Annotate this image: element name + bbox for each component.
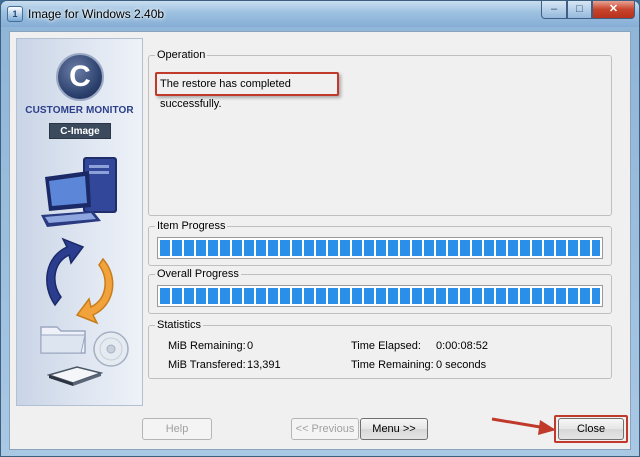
computer-icon — [41, 157, 117, 227]
close-button[interactable]: Close — [558, 418, 624, 440]
overall-progress-fill — [160, 288, 600, 304]
folder-icon — [40, 326, 86, 354]
maximize-button[interactable]: □ — [567, 1, 592, 19]
overall-progress-bar — [157, 285, 603, 307]
app-window: 1 Image for Windows 2.40b – □ ✕ C CUSTOM… — [0, 0, 640, 457]
statistics-group: Statistics MiB Remaining: 0 MiB Transfer… — [148, 319, 612, 379]
mib-transfered-label: MiB Transfered: — [168, 359, 246, 371]
operation-legend: Operation — [155, 49, 208, 61]
minimize-button[interactable]: – — [541, 1, 567, 19]
time-remaining-label: Time Remaining: — [351, 359, 434, 371]
item-progress-legend: Item Progress — [155, 220, 228, 232]
drive-icon — [47, 366, 103, 386]
window-close-button[interactable]: ✕ — [592, 1, 635, 19]
item-progress-group: Item Progress — [148, 220, 612, 266]
refresh-arrows-icon — [46, 237, 114, 325]
brand-panel: C CUSTOMER MONITOR C-Image — [16, 38, 143, 406]
dialog-body: C CUSTOMER MONITOR C-Image Operation The… — [9, 31, 631, 450]
mib-remaining-value: 0 — [247, 340, 254, 352]
item-progress-fill — [160, 240, 600, 256]
overall-progress-group: Overall Progress — [148, 268, 612, 314]
previous-button[interactable]: << Previous — [291, 418, 359, 440]
mib-transfered-value: 13,391 — [247, 359, 281, 371]
window-title: Image for Windows 2.40b — [28, 7, 165, 21]
help-button[interactable]: Help — [142, 418, 212, 440]
arrow-pointer-icon — [491, 417, 556, 435]
mib-remaining-label: MiB Remaining: — [168, 340, 246, 352]
statistics-legend: Statistics — [155, 319, 204, 331]
title-bar[interactable]: 1 Image for Windows 2.40b – □ ✕ — [1, 1, 639, 27]
app-icon: 1 — [7, 6, 23, 22]
operation-group: Operation The restore has completed succ… — [148, 49, 612, 216]
item-progress-bar — [157, 237, 603, 259]
time-elapsed-label: Time Elapsed: — [351, 340, 421, 352]
overall-progress-legend: Overall Progress — [155, 268, 241, 280]
logo: C — [56, 53, 104, 101]
product-badge: C-Image — [49, 123, 111, 139]
menu-button[interactable]: Menu >> — [360, 418, 428, 440]
operation-message: The restore has completed successfully. — [155, 72, 339, 110]
brand-name: CUSTOMER MONITOR — [25, 105, 134, 116]
time-elapsed-value: 0:00:08:52 — [436, 340, 488, 352]
time-remaining-value: 0 seconds — [436, 359, 487, 371]
